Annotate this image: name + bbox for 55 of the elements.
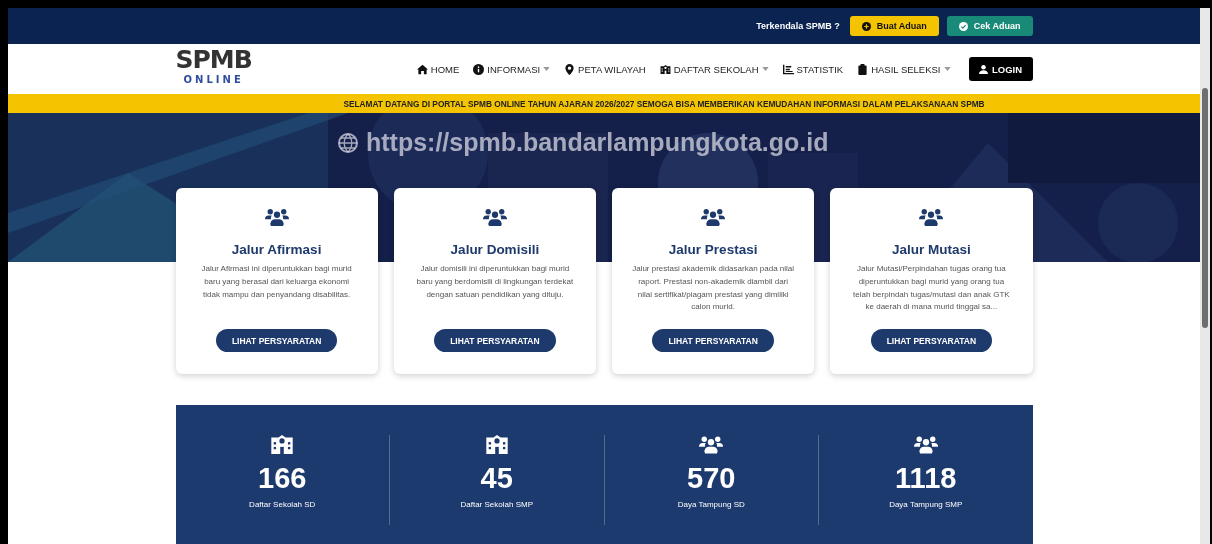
users-icon bbox=[913, 435, 938, 454]
plus-circle-icon bbox=[861, 21, 871, 31]
card-title: Jalur Afirmasi bbox=[231, 242, 322, 257]
nav-link[interactable]: HASIL SELEKSI bbox=[857, 63, 951, 75]
stat-label: Daftar Sekolah SMP bbox=[460, 500, 533, 509]
home-icon bbox=[416, 63, 428, 75]
stat-label: Daya Tampung SMP bbox=[889, 500, 963, 509]
school-icon bbox=[270, 435, 295, 454]
chart-icon bbox=[782, 63, 794, 75]
card-title: Jalur Domisili bbox=[450, 242, 540, 257]
info-icon bbox=[473, 63, 485, 75]
nav-link[interactable]: HOME bbox=[416, 63, 460, 75]
check-circle-icon bbox=[958, 21, 968, 31]
requirements-button[interactable]: LIHAT PERSYARATAN bbox=[870, 329, 993, 352]
caret-icon bbox=[543, 67, 551, 71]
card-description: Jalur prestasi akademik didasarkan pada nilai raport. Prestasi non-akademik diambil dari nilai sertifikat/piagam prestasi yang dimiliki calon murid. bbox=[632, 263, 795, 314]
nav-link[interactable]: INFORMASI bbox=[473, 63, 551, 75]
stat-label: Daya Tampung SD bbox=[677, 500, 745, 509]
user-icon bbox=[978, 64, 988, 74]
card-description: Jalur Afirmasi ini diperuntukkan bagi murid baru yang berasal dari keluarga ekonomi tidak mampu dan penyandang disabilitas. bbox=[200, 263, 353, 301]
globe-icon bbox=[338, 132, 358, 153]
users-icon bbox=[919, 208, 944, 226]
announcement-text: SELAMAT DATANG DI PORTAL SPMB ONLINE TAHUN AJARAN 2026/2027 SEMOGA BISA MEMBERIKAN KEMUDAHAN INFORMASI DALAM PELAKSANAAN SPMB bbox=[343, 98, 985, 109]
nav-link[interactable]: DAFTAR SEKOLAH bbox=[659, 63, 769, 75]
login-button[interactable]: LOGIN bbox=[968, 57, 1033, 81]
stat-value: 166 bbox=[258, 462, 307, 495]
requirements-button[interactable]: LIHAT PERSYARATAN bbox=[652, 329, 774, 352]
card-description: Jalur domisili ini diperuntukkan bagi murid baru yang berdomisili di lingkungan terdekat dengan satuan pendidikan yang dituju. bbox=[415, 263, 575, 301]
users-icon bbox=[264, 208, 289, 226]
url-text: https://spmb.bandarlampungkota.go.id bbox=[366, 128, 829, 157]
card-description: Jalur Mutasi/Perpindahan tugas orang tua diperuntukkan bagi murid yang orang tua telah berpindah tugas/mutasi dan anak GTK ke daerah di mana murid tinggal sa... bbox=[852, 263, 1011, 314]
caret-icon bbox=[761, 67, 769, 71]
scrollbar[interactable] bbox=[1200, 8, 1210, 544]
users-icon bbox=[699, 435, 724, 454]
logo[interactable]: SPMB ONLINE bbox=[175, 45, 252, 85]
caret-icon bbox=[943, 67, 951, 71]
stat-value: 1118 bbox=[895, 462, 957, 495]
requirements-button[interactable]: LIHAT PERSYARATAN bbox=[434, 329, 556, 352]
check-report-button[interactable]: Cek Aduan bbox=[946, 16, 1033, 36]
nav-link[interactable]: PETA WILAYAH bbox=[564, 63, 646, 75]
users-icon bbox=[482, 208, 507, 226]
school-icon bbox=[659, 63, 671, 75]
stat-value: 45 bbox=[480, 462, 513, 495]
card-title: Jalur Prestasi bbox=[668, 242, 758, 257]
stat-label: Daftar Sekolah SD bbox=[249, 500, 316, 509]
requirements-button[interactable]: LIHAT PERSYARATAN bbox=[215, 329, 338, 352]
users-icon bbox=[701, 208, 726, 226]
card-title: Jalur Mutasi bbox=[892, 242, 971, 257]
clipboard-icon bbox=[857, 63, 869, 75]
nav-link[interactable]: STATISTIK bbox=[782, 63, 844, 75]
help-prompt: Terkendala SPMB ? bbox=[756, 21, 840, 31]
report-button[interactable]: Buat Aduan bbox=[849, 16, 939, 36]
stat-value: 570 bbox=[687, 462, 736, 495]
map-pin-icon bbox=[564, 63, 576, 75]
school-icon bbox=[484, 435, 509, 454]
